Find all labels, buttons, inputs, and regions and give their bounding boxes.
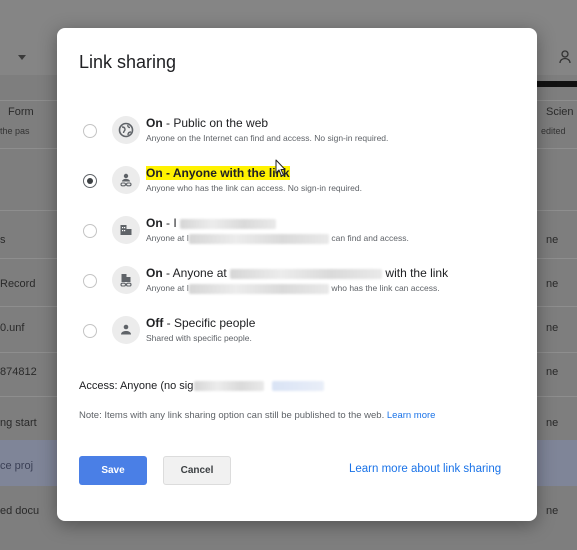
option-description: Shared with specific people. [146,333,252,343]
bg-header-sub: the pas [0,126,30,136]
option-title-rest: - Public on the web [162,116,269,130]
option-title-rest: - I [162,216,177,230]
note-text: Note: Items with any link sharing option… [79,410,385,421]
radio-domain-with-link[interactable] [83,274,97,288]
bg-row-text: ne [546,505,559,517]
building-icon [112,216,140,244]
option-domain-with-link[interactable]: On - Anyone at with the link Anyone at I… [57,264,537,310]
link-sharing-dialog: Link sharing On - Public on the web Anyo… [57,28,537,521]
radio-anyone-with-link[interactable] [83,174,97,188]
option-desc-start: Anyone at I [146,283,190,293]
bg-header-right: Scien [546,106,574,118]
publish-note: Note: Items with any link sharing option… [79,410,435,421]
redacted-text [230,268,383,279]
add-person-icon [559,50,573,64]
option-title: Off - Specific people [146,316,255,330]
mouse-cursor-icon [271,159,287,181]
redacted-link [272,381,325,392]
cancel-button[interactable]: Cancel [163,456,231,485]
redacted-text [189,283,330,294]
bg-row-text: ne [546,234,559,246]
save-button[interactable]: Save [79,456,147,485]
option-public-web[interactable]: On - Public on the web Anyone on the Int… [57,114,537,160]
bg-row-text: ne [546,417,559,429]
background-bar [537,81,577,87]
bg-row-text: s [0,234,6,246]
option-domain[interactable]: On - I Anyone at I can find and access. [57,214,537,260]
bg-row-text: ne [546,322,559,334]
bg-row-text: ng start [0,417,37,429]
bg-row-text: ed docu [0,505,40,517]
access-label: Access: Anyone (no sig [79,380,194,392]
option-desc-start: Anyone at I [146,233,190,243]
bg-header-form: Form [8,106,34,118]
bg-row-text: Record [0,278,36,290]
option-description: Anyone at I can find and access. [146,233,409,244]
chevron-down-icon [18,55,26,60]
radio-specific-people[interactable] [83,324,97,338]
option-title-rest: - Specific people [163,316,256,330]
option-description: Anyone at I who has the link can access. [146,283,440,294]
bg-row-text: ce proj [0,460,34,472]
redacted-text [180,218,277,229]
option-title-end: with the link [382,266,449,280]
redacted-text [194,381,265,392]
bg-header-right-sub: edited [541,126,566,136]
option-description: Anyone on the Internet can find and acce… [146,133,389,143]
option-title-bold: On [146,266,163,280]
building-link-icon [112,266,140,294]
option-title-rest: - Anyone at [162,266,227,280]
option-title-bold: Off [146,316,164,330]
option-title-bold: On [146,116,163,130]
dialog-title: Link sharing [79,52,177,72]
option-title: On - I [146,216,277,230]
learn-more-about-link-sharing[interactable]: Learn more about link sharing [349,463,501,475]
globe-icon [112,116,140,144]
option-title: On - Anyone at with the link [146,266,448,280]
redacted-text [189,233,330,244]
bg-row-text: 0.unf [0,322,25,334]
option-title-bold: On [146,216,163,230]
link-person-icon [112,166,140,194]
option-title: On - Anyone with the link [146,166,290,180]
bg-row-text: ne [546,278,559,290]
option-desc-end: who has the link can access. [329,283,440,293]
bg-row-text: 874812 [0,366,37,378]
option-title-highlighted: On - Anyone with the link [146,166,290,180]
bg-row-text: ne [546,366,559,378]
option-specific-people[interactable]: Off - Specific people Shared with specif… [57,314,537,360]
radio-domain[interactable] [83,224,97,238]
access-summary: Access: Anyone (no sig [79,380,325,392]
learn-more-link[interactable]: Learn more [387,410,436,421]
radio-public-web[interactable] [83,124,97,138]
people-icon [112,316,140,344]
option-title: On - Public on the web [146,116,268,130]
option-description: Anyone who has the link can access. No s… [146,183,362,193]
option-anyone-with-link[interactable]: On - Anyone with the link Anyone who has… [57,164,537,210]
option-desc-end: can find and access. [329,233,409,243]
